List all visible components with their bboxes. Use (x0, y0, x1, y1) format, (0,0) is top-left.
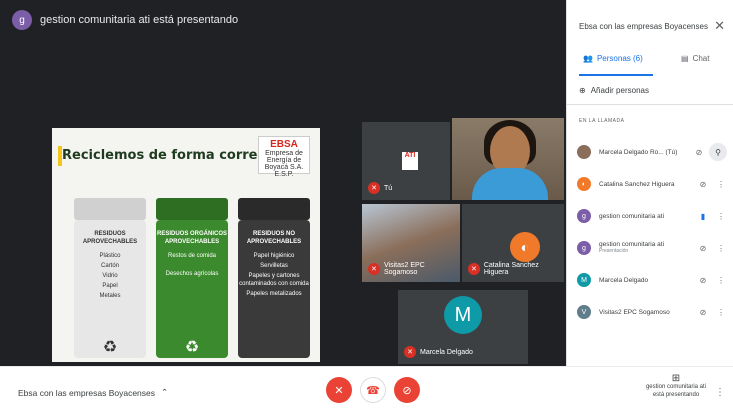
audio-level-icon: ▮ (700, 211, 706, 221)
present-icon: ⊞ (671, 373, 681, 384)
add-people-button[interactable]: ⊕ Añadir personas (579, 86, 649, 95)
marcela-avatar: M (444, 296, 482, 334)
chat-icon: ▤ (681, 54, 689, 63)
panel-title: Ebsa con las empresas Boyacenses (579, 22, 708, 31)
presentation-slide: Reciclemos de forma correcta EBSA Empres… (52, 128, 320, 362)
hang-up-icon: ☎ (366, 384, 380, 397)
presenter-banner: g gestion comunitaria ati está presentan… (12, 10, 238, 30)
mic-off-icon: ⊘ (699, 275, 707, 285)
chevron-up-icon: ⌃ (161, 387, 169, 397)
tile-visitas[interactable]: ✕ Visitas2 EPC Sogamoso (362, 204, 460, 282)
avatar: V (577, 305, 591, 319)
ati-logo: ATI (402, 152, 418, 170)
mic-off-icon: ⊘ (699, 307, 707, 317)
recycle-icon: ♻ (184, 339, 200, 356)
more-vert-icon[interactable]: ⋮ (715, 276, 727, 285)
more-vert-icon[interactable]: ⋮ (715, 244, 727, 253)
pin-icon[interactable]: ⚲ (709, 143, 727, 161)
presenter-avatar: g (12, 10, 32, 30)
tile-camera-woman[interactable] (452, 118, 564, 200)
people-icon: 👥 (583, 54, 593, 63)
bin-lid-3 (238, 198, 310, 220)
add-person-icon: ⊕ (579, 86, 586, 95)
participant-row[interactable]: V Visitas2 EPC Sogamoso ⊘ ⋮ (577, 300, 727, 324)
avatar: g (577, 209, 591, 223)
bin-lid-1 (74, 198, 146, 220)
section-label: EN LA LLAMADA (579, 118, 625, 124)
participant-row[interactable]: g gestion comunitaria ati Presentación ⊘ … (577, 236, 727, 260)
tile-you[interactable]: ATI ✕ Tú (362, 122, 450, 200)
avatar: g (577, 241, 591, 255)
avatar: ◐ (577, 177, 591, 191)
bin-organicos: RESIDUOS ORGÁNICOS APROVECHABLES Restos … (156, 220, 228, 358)
mic-off-icon: ⊘ (695, 147, 703, 157)
catalina-avatar: ◐ (510, 232, 540, 262)
tab-underline (579, 74, 653, 76)
participant-row[interactable]: g gestion comunitaria ati ▮ ⋮ (577, 204, 727, 228)
mic-off-icon: ⊘ (699, 179, 707, 189)
participant-row[interactable]: ◐ Catalina Sanchez Higuera ⊘ ⋮ (577, 172, 727, 196)
people-panel: Ebsa con las empresas Boyacenses ✕ 👥 Pers… (566, 0, 733, 366)
bottom-bar: Ebsa con las empresas Boyacenses ⌃ ✕ ☎ ⊘ … (0, 366, 733, 410)
camera-off-icon: ⊘ (402, 384, 412, 397)
slide-title: Reciclemos de forma correcta (62, 148, 281, 163)
bin-aprovechables: RESIDUOS APROVECHABLES Plástico Cartón Vi… (74, 220, 146, 358)
presenter-text: gestion comunitaria ati está presentando (40, 14, 239, 26)
camera-toggle-button[interactable]: ⊘ (394, 377, 420, 403)
more-vert-icon[interactable]: ⋮ (715, 387, 725, 398)
tab-people[interactable]: 👥 Personas (6) (583, 54, 643, 63)
person-shirt (472, 168, 548, 200)
video-stage: g gestion comunitaria ati está presentan… (0, 0, 566, 366)
mic-off-icon: ⊘ (699, 243, 707, 253)
participant-row[interactable]: Marcela Delgado Ro... (Tú) ⊘ ⚲ (577, 140, 727, 164)
more-vert-icon[interactable]: ⋮ (715, 308, 727, 317)
tab-chat[interactable]: ▤ Chat (681, 54, 709, 63)
avatar: M (577, 273, 591, 287)
mic-off-icon: ✕ (334, 384, 344, 397)
ebsa-logo: EBSA Empresa de Energía de Boyacá S.A. E… (258, 136, 310, 178)
bin-lid-2 (156, 198, 228, 220)
tile-catalina[interactable]: ◐ ✕ Catalina Sanchez Higuera (462, 204, 564, 282)
mic-toggle-button[interactable]: ✕ (326, 377, 352, 403)
mic-off-icon: ✕ (404, 346, 416, 358)
participant-row[interactable]: M Marcela Delgado ⊘ ⋮ (577, 268, 727, 292)
recycle-icon: ♻ (102, 339, 118, 356)
mic-off-icon: ✕ (468, 263, 480, 275)
mic-off-icon: ✕ (368, 182, 380, 194)
close-icon[interactable]: ✕ (714, 18, 725, 34)
meeting-details-button[interactable]: Ebsa con las empresas Boyacenses ⌃ (18, 387, 168, 398)
more-vert-icon[interactable]: ⋮ (715, 180, 727, 189)
leave-call-button[interactable]: ☎ (360, 377, 386, 403)
tile-marcela[interactable]: M ✕ Marcela Delgado (398, 290, 528, 364)
avatar (577, 145, 591, 159)
mic-off-icon: ✕ (368, 263, 380, 275)
more-vert-icon[interactable]: ⋮ (715, 212, 727, 221)
present-now-button[interactable]: ⊞ gestion comunitaria ati está presentan… (640, 373, 712, 399)
bin-no-aprovechables: RESIDUOS NO APROVECHABLES Papel higiénic… (238, 220, 310, 358)
